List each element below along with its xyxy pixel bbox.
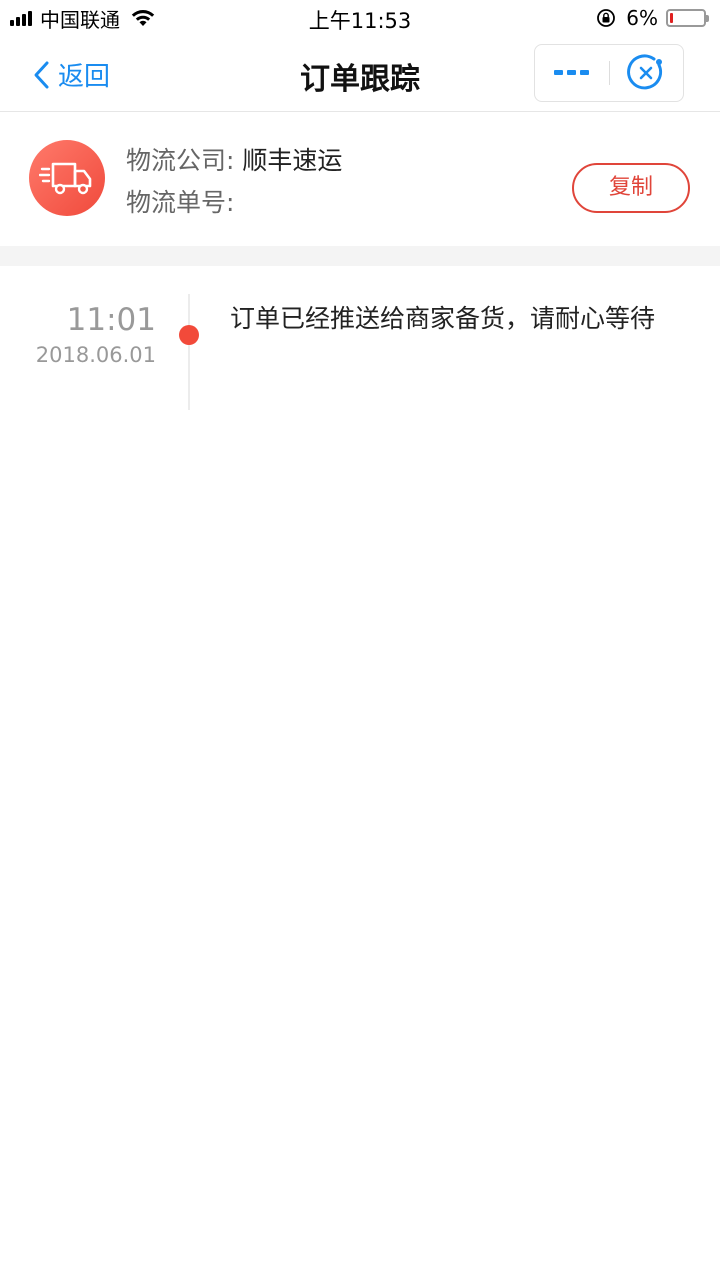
company-label: 物流公司: — [126, 146, 235, 175]
more-icon — [553, 70, 589, 75]
battery-level — [670, 13, 673, 23]
section-divider — [0, 246, 720, 266]
tracking-label: 物流单号: — [126, 188, 235, 217]
truck-icon — [39, 162, 92, 195]
signal-icon — [10, 10, 34, 26]
close-button[interactable] — [610, 45, 684, 101]
timeline-line — [188, 294, 190, 410]
timeline-description: 订单已经推送给商家备货，请耐心等待 — [230, 304, 656, 333]
battery-icon — [666, 9, 709, 27]
back-button[interactable]: 返回 — [32, 56, 110, 93]
logistics-info: 物流公司: 顺丰速运 物流单号: — [126, 140, 342, 224]
truck-badge — [29, 140, 105, 216]
back-label: 返回 — [58, 62, 111, 92]
battery-percent: 6% — [626, 6, 658, 30]
close-circle-icon — [627, 54, 663, 90]
nav-bar: 返回 订单跟踪 — [0, 36, 720, 112]
copy-button[interactable]: 复制 — [572, 163, 690, 213]
logistics-header: 物流公司: 顺丰速运 物流单号: 复制 — [0, 112, 720, 246]
status-bar: 中国联通 上午11:53 6% — [0, 0, 720, 36]
carrier-name: 中国联通 — [40, 7, 120, 32]
timeline-date: 2018.06.01 — [35, 343, 156, 367]
wifi-icon — [131, 10, 155, 26]
chevron-left-icon — [34, 61, 49, 88]
company-value: 顺丰速运 — [242, 146, 343, 175]
tracking-row: 物流单号: — [126, 182, 342, 224]
timeline-dot — [179, 325, 199, 345]
company-row: 物流公司: 顺丰速运 — [126, 140, 342, 182]
timeline-time: 11:01 — [66, 302, 156, 338]
tracking-timeline: 11:01 2018.06.01 订单已经推送给商家备货，请耐心等待 — [0, 266, 720, 416]
more-button[interactable] — [535, 45, 609, 101]
orientation-lock-icon — [597, 9, 616, 27]
mini-program-capsule — [534, 44, 684, 102]
